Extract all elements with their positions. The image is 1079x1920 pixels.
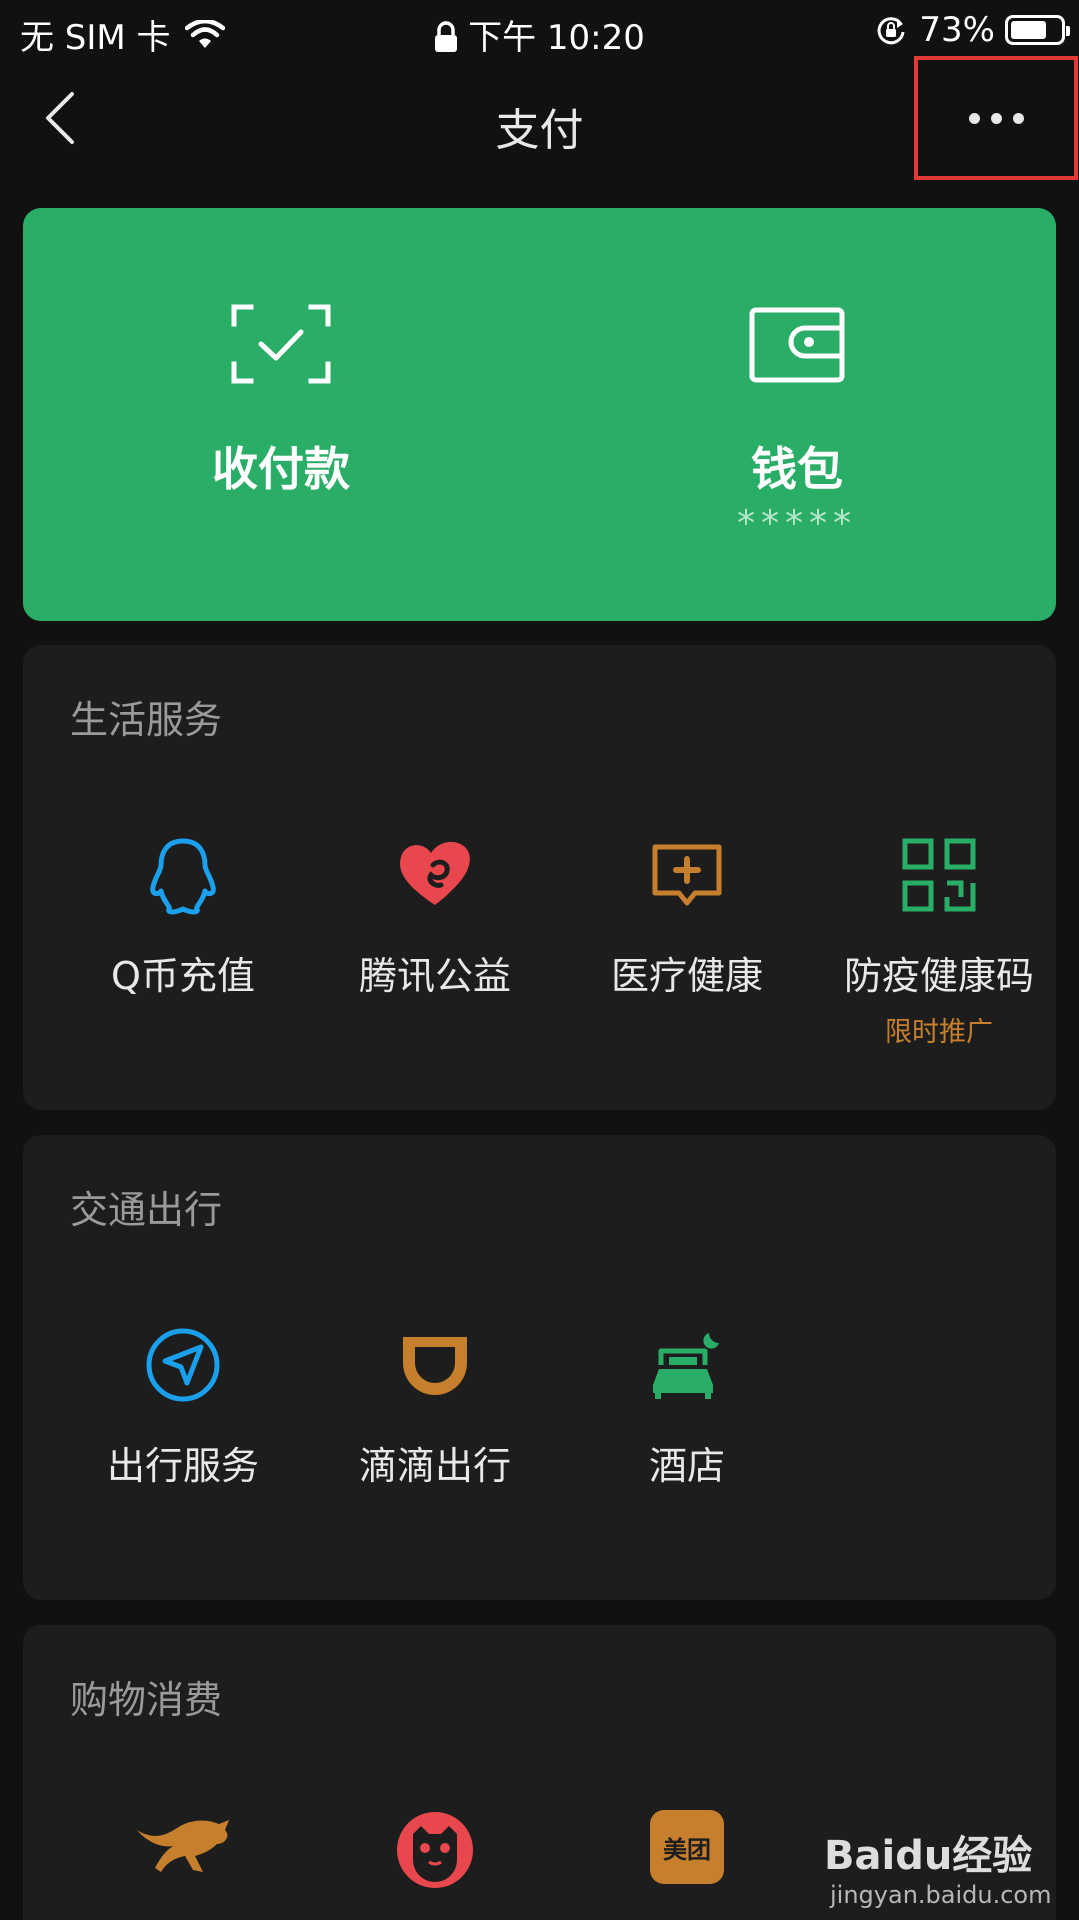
baidu-watermark: Baidu经验 jingyan.baidu.com (824, 1805, 1051, 1920)
service-hotel[interactable]: 酒店 (561, 1325, 813, 1490)
service-travel[interactable]: 出行服务 (57, 1325, 309, 1490)
service-label: 防疫健康码 (843, 954, 1034, 998)
scan-check-icon (231, 304, 331, 384)
section-transport: 交通出行 出行服务 滴滴出行 酒店 (23, 1135, 1056, 1600)
more-dots-icon (968, 112, 1024, 124)
service-didi[interactable]: 滴滴出行 (309, 1325, 561, 1490)
navigation-compass-icon (146, 1328, 220, 1402)
service-label: 腾讯公益 (358, 954, 511, 998)
service-jd[interactable] (57, 1810, 309, 1876)
wallet-icon (749, 307, 845, 383)
wallet-balance: ***** (737, 503, 857, 544)
nav-bar: 支付 (0, 56, 1079, 188)
service-meituan[interactable]: 美团 (561, 1810, 813, 1884)
didi-logo-icon (403, 1337, 467, 1395)
meituan-logo-text: 美团 (663, 1835, 711, 1864)
wallet-label: 钱包 (751, 442, 843, 496)
charity-heart-icon (400, 841, 470, 905)
status-bar: 无 SIM 卡 下午 10:20 73% (0, 0, 1079, 58)
wallet-button[interactable]: 钱包 ***** (539, 208, 1055, 621)
watermark-url: jingyan.baidu.com (830, 1881, 1052, 1909)
section-title: 交通出行 (70, 1188, 223, 1232)
service-label: Q币充值 (111, 954, 255, 998)
status-right: 73% (875, 10, 1070, 50)
lock-icon (435, 21, 458, 52)
service-health-code[interactable]: 防疫健康码 限时推广 (813, 835, 1065, 1049)
promo-badge: 限时推广 (885, 1017, 993, 1048)
pay-card: 收付款 钱包 ***** (23, 208, 1056, 621)
service-label: 酒店 (648, 1444, 725, 1488)
service-label: 出行服务 (106, 1444, 259, 1488)
rotation-lock-icon (877, 17, 905, 45)
service-tencent-charity[interactable]: 腾讯公益 (309, 835, 561, 1000)
hotel-bed-icon (653, 1333, 719, 1399)
status-time: 下午 10:20 (468, 18, 645, 58)
service-q-coin[interactable]: Q币充值 (57, 835, 309, 1000)
section-title: 生活服务 (70, 698, 223, 742)
section-title: 购物消费 (70, 1678, 223, 1722)
section-life-services: 生活服务 Q币充值 腾讯公益 医疗健康 防疫健康码 限时推广 (23, 645, 1056, 1110)
qr-code-icon (902, 838, 976, 912)
service-medical-health[interactable]: 医疗健康 (561, 835, 813, 1000)
receive-payment-label: 收付款 (212, 442, 350, 496)
medical-chat-icon (652, 844, 722, 906)
watermark-text: Baidu经验 (824, 1833, 1033, 1879)
tmall-cat-icon (397, 1812, 473, 1888)
service-label: 医疗健康 (610, 954, 763, 998)
meituan-icon: 美团 (650, 1810, 724, 1884)
qq-penguin-icon (150, 838, 216, 915)
service-tmall[interactable] (309, 1810, 561, 1890)
battery-icon (1005, 15, 1070, 45)
battery-percent: 73% (919, 10, 995, 50)
receive-payment-button[interactable]: 收付款 (23, 208, 539, 621)
more-options-button[interactable] (914, 56, 1078, 180)
service-label: 滴滴出行 (358, 1444, 511, 1488)
jd-kangaroo-icon (137, 1820, 229, 1872)
